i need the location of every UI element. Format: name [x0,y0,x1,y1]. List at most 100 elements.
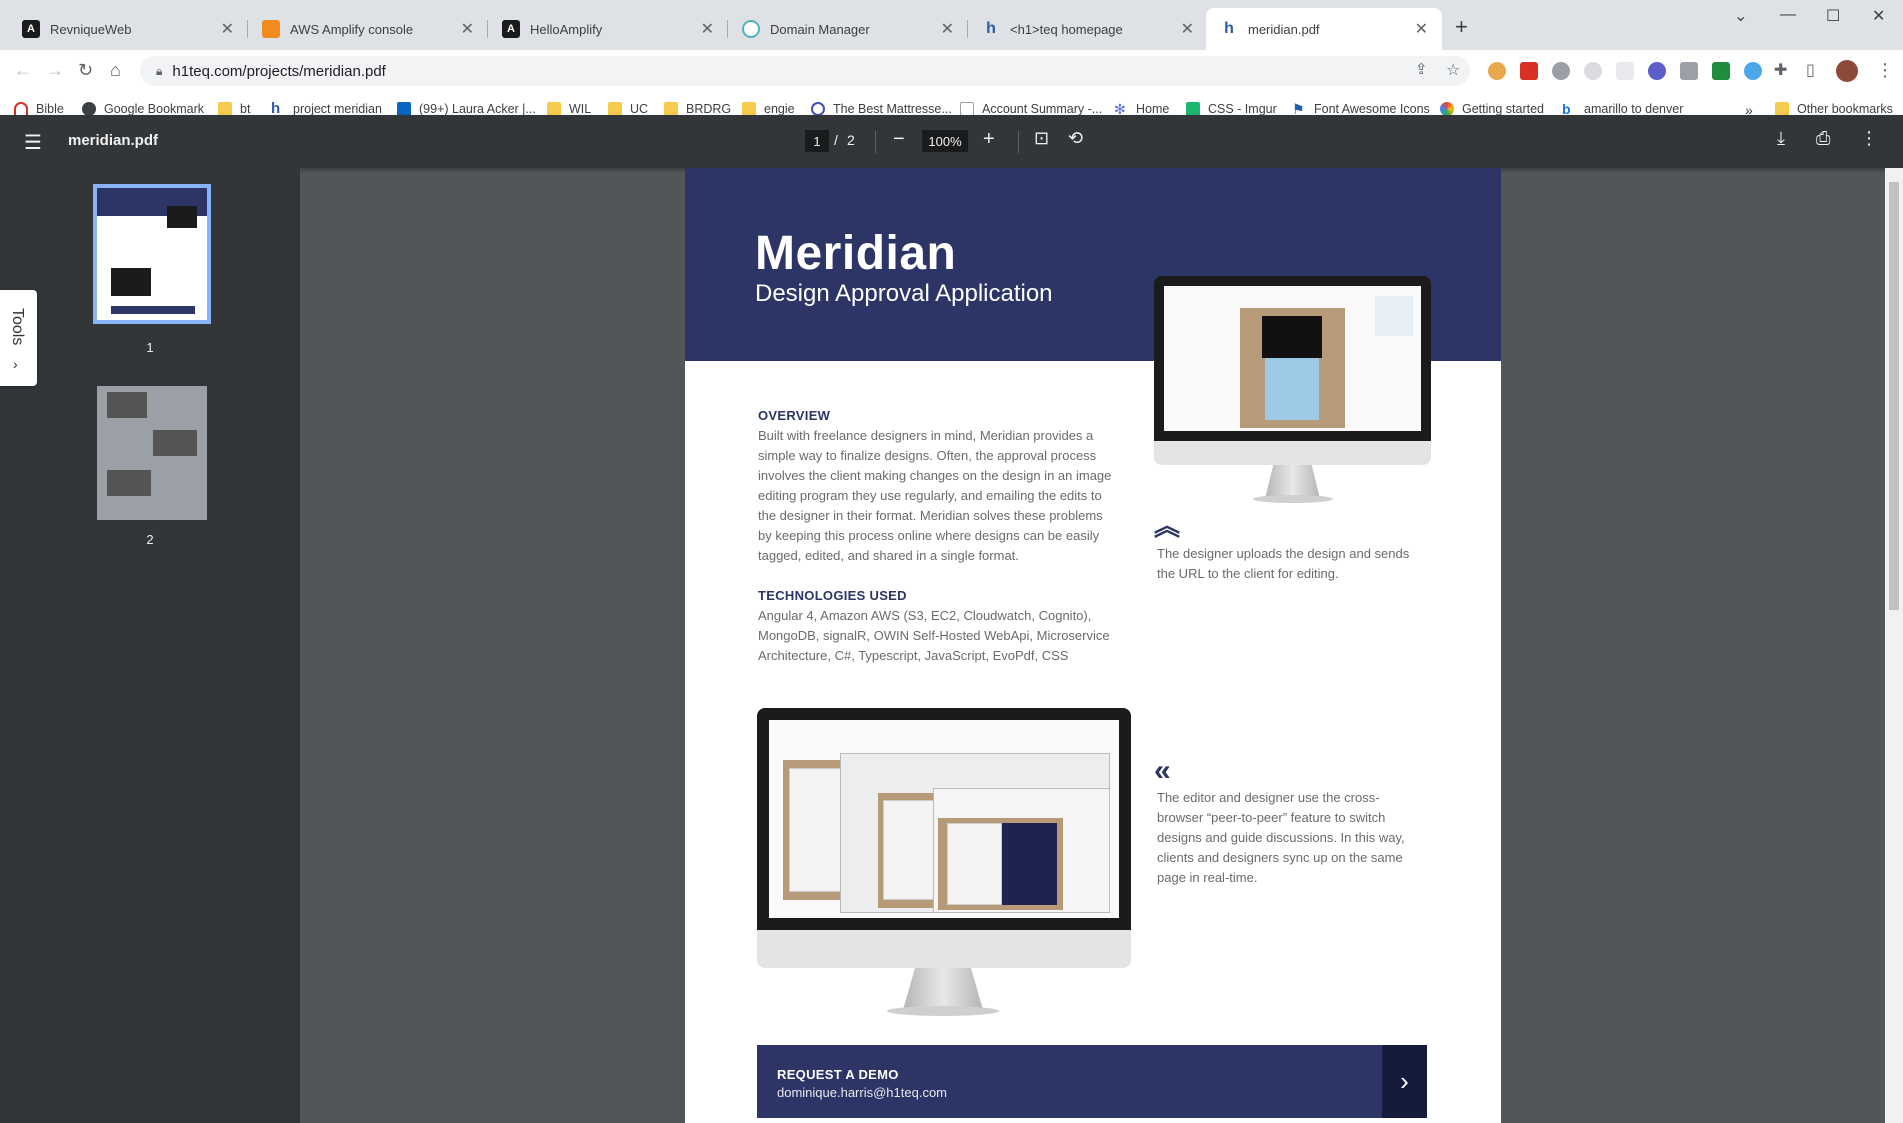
bookmark-account-summary[interactable]: Account Summary -... [960,102,1102,116]
close-window-button[interactable]: ✕ [1872,6,1885,26]
fit-to-page-icon[interactable]: ⊡ [1034,128,1049,149]
extension-purple-icon[interactable] [1648,62,1666,80]
bookmark-google[interactable]: Google Bookmark [82,102,204,116]
tab-revniqueweb[interactable]: A RevniqueWeb ✕ [8,8,248,50]
rotate-icon[interactable]: ⟲ [1068,128,1083,149]
tech-line: MongoDB, signalR, OWIN Self-Hosted WebAp… [758,628,1110,643]
bookmark-folder-bt[interactable]: bt [218,102,250,116]
extension-mail-icon[interactable] [1520,62,1538,80]
minimize-button[interactable]: — [1780,6,1796,24]
folder-icon [664,102,678,116]
more-options-icon[interactable]: ⋮ [1860,128,1878,149]
folder-icon [218,102,232,116]
extension-recycle-icon[interactable] [1552,62,1570,80]
bookmark-folder-engie[interactable]: engie [742,102,795,116]
tools-flap[interactable]: Tools › [0,290,37,386]
caption-line: clients and designers sync up on the sam… [1157,850,1403,865]
caption-line: The editor and designer use the cross- [1157,790,1380,805]
extension-gray-icon[interactable] [1584,62,1602,80]
new-tab-button[interactable]: + [1455,14,1468,40]
vertical-scrollbar[interactable] [1885,168,1903,1123]
close-icon[interactable]: ✕ [221,19,234,39]
bookmark-star-icon[interactable]: ☆ [1446,60,1460,80]
bookmark-home[interactable]: ✻ Home [1114,102,1169,116]
scrollbar-thumb[interactable] [1889,182,1899,610]
bookmark-mattress[interactable]: The Best Mattresse... [811,102,952,116]
jersey-navy [1002,823,1057,905]
bookmark-font-awesome[interactable]: ⚑ Font Awesome Icons [1292,102,1430,116]
zoom-out-icon[interactable]: − [893,128,905,151]
other-bookmarks[interactable]: Other bookmarks [1775,102,1893,116]
address-bar[interactable]: 🔒︎ h1teq.com/projects/meridian.pdf [140,56,1470,86]
close-icon[interactable]: ✕ [1181,19,1194,39]
bookmark-css-imgur[interactable]: CSS - Imgur [1186,102,1277,116]
tab-meridian-pdf[interactable]: h meridian.pdf ✕ [1206,8,1442,50]
bookmark-label: Font Awesome Icons [1314,102,1430,116]
bookmark-label: UC [630,102,649,116]
chevron-right-icon: › [13,356,18,372]
cta-email-link[interactable]: dominique.harris@h1teq.com [777,1085,947,1100]
bookmark-folder-uc[interactable]: UC [608,102,648,116]
bookmark-bible[interactable]: Bible [14,102,64,116]
domain-manager-icon [742,20,760,38]
extension-blank-icon[interactable] [1616,62,1634,80]
home-icon[interactable]: ⌂ [110,60,121,81]
bookmark-label: CSS - Imgur [1208,102,1277,116]
tab-aws-amplify[interactable]: AWS Amplify console ✕ [248,8,488,50]
bookmark-project-meridian[interactable]: h project meridian [271,101,382,116]
page-thumbnail-1[interactable] [93,184,211,324]
profile-avatar-icon[interactable] [1836,60,1858,82]
tab-domain-manager[interactable]: Domain Manager ✕ [728,8,968,50]
bookmark-folder-brdrg[interactable]: BRDRG [664,102,731,116]
tab-title: AWS Amplify console [290,21,414,37]
close-icon[interactable]: ✕ [1415,19,1428,39]
caption-peer-to-peer: The editor and designer use the cross- b… [1157,788,1405,888]
bookmark-amarillo[interactable]: b amarillo to denver [1562,102,1683,116]
hamburger-menu-icon[interactable]: ☰ [24,130,42,155]
forward-icon[interactable]: → [46,60,64,81]
tab-helloamplify[interactable]: A HelloAmplify ✕ [488,8,728,50]
back-icon[interactable]: ← [14,60,32,81]
page-number-input[interactable]: 1 [805,130,829,152]
chrome-menu-icon[interactable]: ⋮ [1876,60,1894,81]
extensions-puzzle-icon[interactable]: ✚ [1774,60,1787,80]
close-icon[interactable]: ✕ [461,19,474,39]
browser-toolbar: ← → ↻ ⌂ 🔒︎ h1teq.com/projects/meridian.p… [0,50,1903,92]
bookmark-label: amarillo to denver [1584,102,1684,116]
tab-search-icon[interactable]: ⌄ [1734,6,1747,26]
zoom-in-icon[interactable]: + [983,128,995,151]
maximize-button[interactable]: ☐ [1826,6,1840,26]
request-demo-banner[interactable]: REQUEST A DEMO dominique.harris@h1teq.co… [757,1045,1427,1118]
reload-icon[interactable]: ↻ [78,60,93,81]
share-icon[interactable]: ⇪ [1415,60,1428,78]
overview-line: by keeping this process online where des… [758,528,1100,543]
bookmark-linkedin[interactable]: (99+) Laura Acker |... [397,102,536,116]
url-text[interactable]: h1teq.com/projects/meridian.pdf [172,63,385,80]
tab-h1teq-homepage[interactable]: h <h1>teq homepage ✕ [968,8,1208,50]
extension-grid-icon[interactable] [1680,62,1698,80]
zoom-level-input[interactable]: 100% [922,130,968,152]
close-icon[interactable]: ✕ [941,19,954,39]
extension-green-icon[interactable] [1712,62,1730,80]
bookmark-label: (99+) Laura Acker |... [419,102,536,116]
extension-cookie-icon[interactable] [1488,62,1506,80]
side-panel-icon[interactable]: ▯ [1806,60,1815,80]
bookmark-folder-wil[interactable]: WIL [547,102,591,116]
chevron-right-icon[interactable]: › [1382,1045,1427,1118]
download-icon[interactable]: ⤓ [1777,128,1785,149]
page-thumbnail-2[interactable] [97,386,207,520]
total-pages: 2 [847,132,855,148]
extension-cloud-icon[interactable] [1744,62,1762,80]
close-icon[interactable]: ✕ [701,19,714,39]
bookmark-label: Account Summary -... [982,102,1103,116]
print-icon[interactable]: ⎙ [1816,128,1830,149]
tools-label: Tools [9,308,26,346]
bookmark-label: Google Bookmark [104,102,205,116]
caption-line: The designer uploads the design and send… [1157,546,1410,561]
toolbar-divider [875,131,876,153]
jersey-bottom [1265,358,1319,420]
pdf-page: Meridian Design Approval Application ︽ T… [685,168,1501,1123]
bookmark-getting-started[interactable]: Getting started [1440,102,1544,116]
overview-line: the designer in their format. Meridian s… [758,508,1103,523]
overview-text: Built with freelance designers in mind, … [758,426,1111,566]
